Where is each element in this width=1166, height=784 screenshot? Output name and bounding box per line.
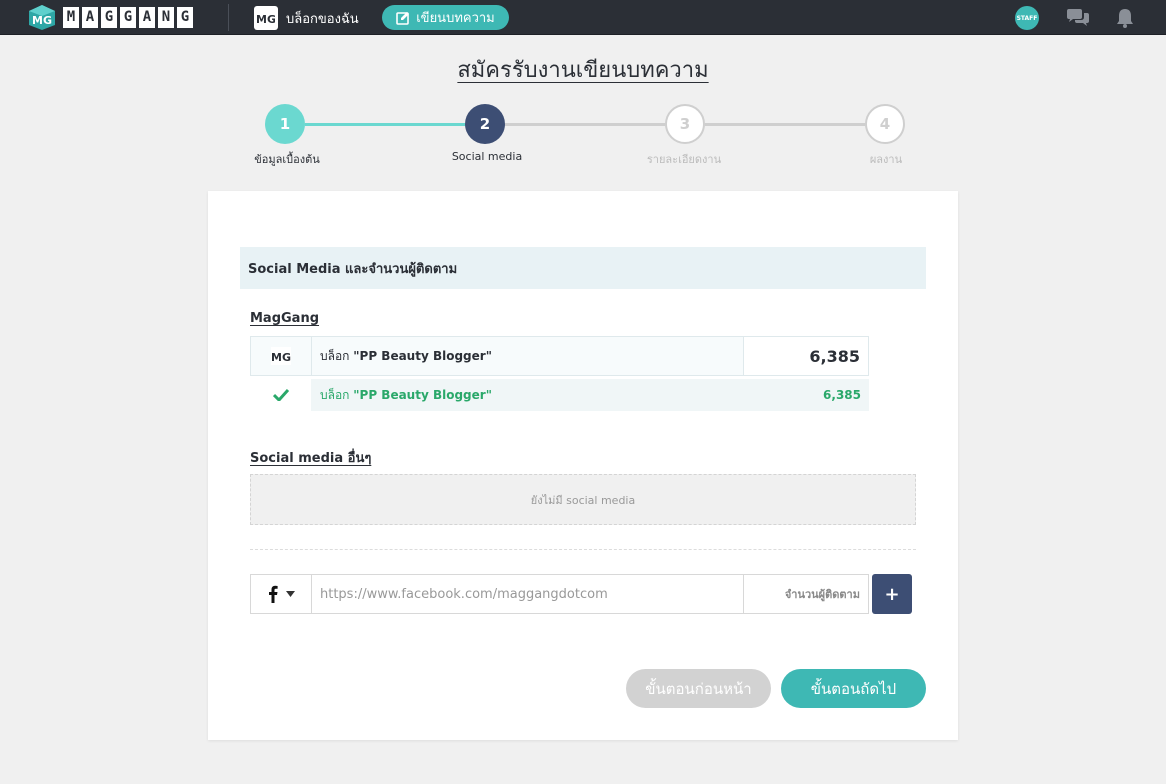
svg-text:MG: MG (32, 14, 52, 27)
maggang-heading: MagGang (250, 311, 320, 326)
step-connector-3 (705, 123, 865, 126)
logo-letter: M (63, 7, 79, 28)
blog-name: "PP Beauty Blogger" (353, 349, 492, 363)
section-header: Social Media และจำนวนผู้ติดตาม (240, 247, 926, 289)
logo-wordmark: MAGGANG (63, 7, 193, 28)
check-icon (250, 379, 311, 411)
blog-icon: MG (254, 6, 278, 30)
step-3-circle: 3 (665, 104, 705, 144)
section-divider (250, 549, 916, 550)
step-connector-2 (505, 123, 665, 126)
edit-icon (396, 11, 410, 25)
logo-letter: G (101, 7, 117, 28)
other-social-heading: Social media อื่นๆ (250, 451, 372, 466)
my-blog-label: บล็อกของฉัน (286, 11, 359, 27)
previous-step-button[interactable]: ขั้นตอนก่อนหน้า (626, 669, 771, 708)
staff-avatar[interactable]: STAFF (1015, 6, 1039, 30)
verified-count: 6,385 (823, 388, 861, 402)
write-article-label: เขียนบทความ (416, 11, 495, 26)
step-3-label: รายละเอียดงาน (646, 153, 722, 166)
blog-prefix: บล็อก (320, 348, 350, 363)
logo-letter: G (177, 7, 193, 28)
page-title: สมัครรับงานเขียนบทความ (457, 58, 709, 83)
step-connector-1 (305, 123, 465, 126)
write-article-button[interactable]: เขียนบทความ (382, 5, 509, 30)
maggang-verified-row: บล็อก "PP Beauty Blogger" 6,385 (250, 379, 869, 411)
maggang-logo-icon: MG (29, 5, 55, 30)
verified-blog-bar: บล็อก "PP Beauty Blogger" 6,385 (311, 379, 869, 411)
maggang-follower-count: 6,385 (744, 337, 868, 375)
logo-letter: G (120, 7, 136, 28)
step-1-circle: 1 (265, 104, 305, 144)
empty-social-placeholder: ยังไม่มี social media (250, 474, 916, 525)
step-2-label: Social media (451, 150, 523, 163)
maggang-logo-icon: MG (251, 337, 312, 375)
logo-letter: A (82, 7, 98, 28)
follower-count-input[interactable] (744, 575, 868, 613)
verified-name: "PP Beauty Blogger" (353, 388, 492, 402)
maggang-blog-name: บล็อก "PP Beauty Blogger" (312, 337, 744, 375)
svg-text:MG: MG (271, 351, 291, 364)
next-step-button[interactable]: ขั้นตอนถัดไป (781, 669, 926, 708)
nav-divider (228, 4, 229, 31)
add-social-button[interactable]: + (872, 574, 912, 614)
step-4-circle: 4 (865, 104, 905, 144)
logo-letter: A (139, 7, 155, 28)
chevron-down-icon (285, 591, 295, 597)
top-navbar: MG MAGGANG MG บล็อกของฉัน เขียนบทความ ST… (0, 0, 1166, 35)
step-4-label: ผลงาน (869, 153, 903, 166)
verified-prefix: บล็อก (320, 387, 350, 402)
chat-icon[interactable] (1067, 9, 1089, 27)
logo-letter: N (158, 7, 174, 28)
facebook-icon (268, 585, 278, 603)
maggang-blog-row: MG บล็อก "PP Beauty Blogger" 6,385 (250, 336, 869, 376)
bell-icon[interactable] (1116, 8, 1134, 28)
platform-select[interactable] (251, 575, 312, 613)
social-url-input[interactable] (312, 575, 744, 613)
svg-text:MG: MG (257, 13, 275, 26)
step-2-circle: 2 (465, 104, 505, 144)
add-social-form (250, 574, 869, 614)
maggang-logo[interactable]: MG MAGGANG (28, 4, 193, 31)
my-blog-link[interactable]: MG บล็อกของฉัน (254, 6, 359, 30)
form-card: Social Media และจำนวนผู้ติดตาม MagGang M… (208, 191, 958, 740)
step-1-label: ข้อมูลเบื้องต้น (254, 153, 320, 166)
